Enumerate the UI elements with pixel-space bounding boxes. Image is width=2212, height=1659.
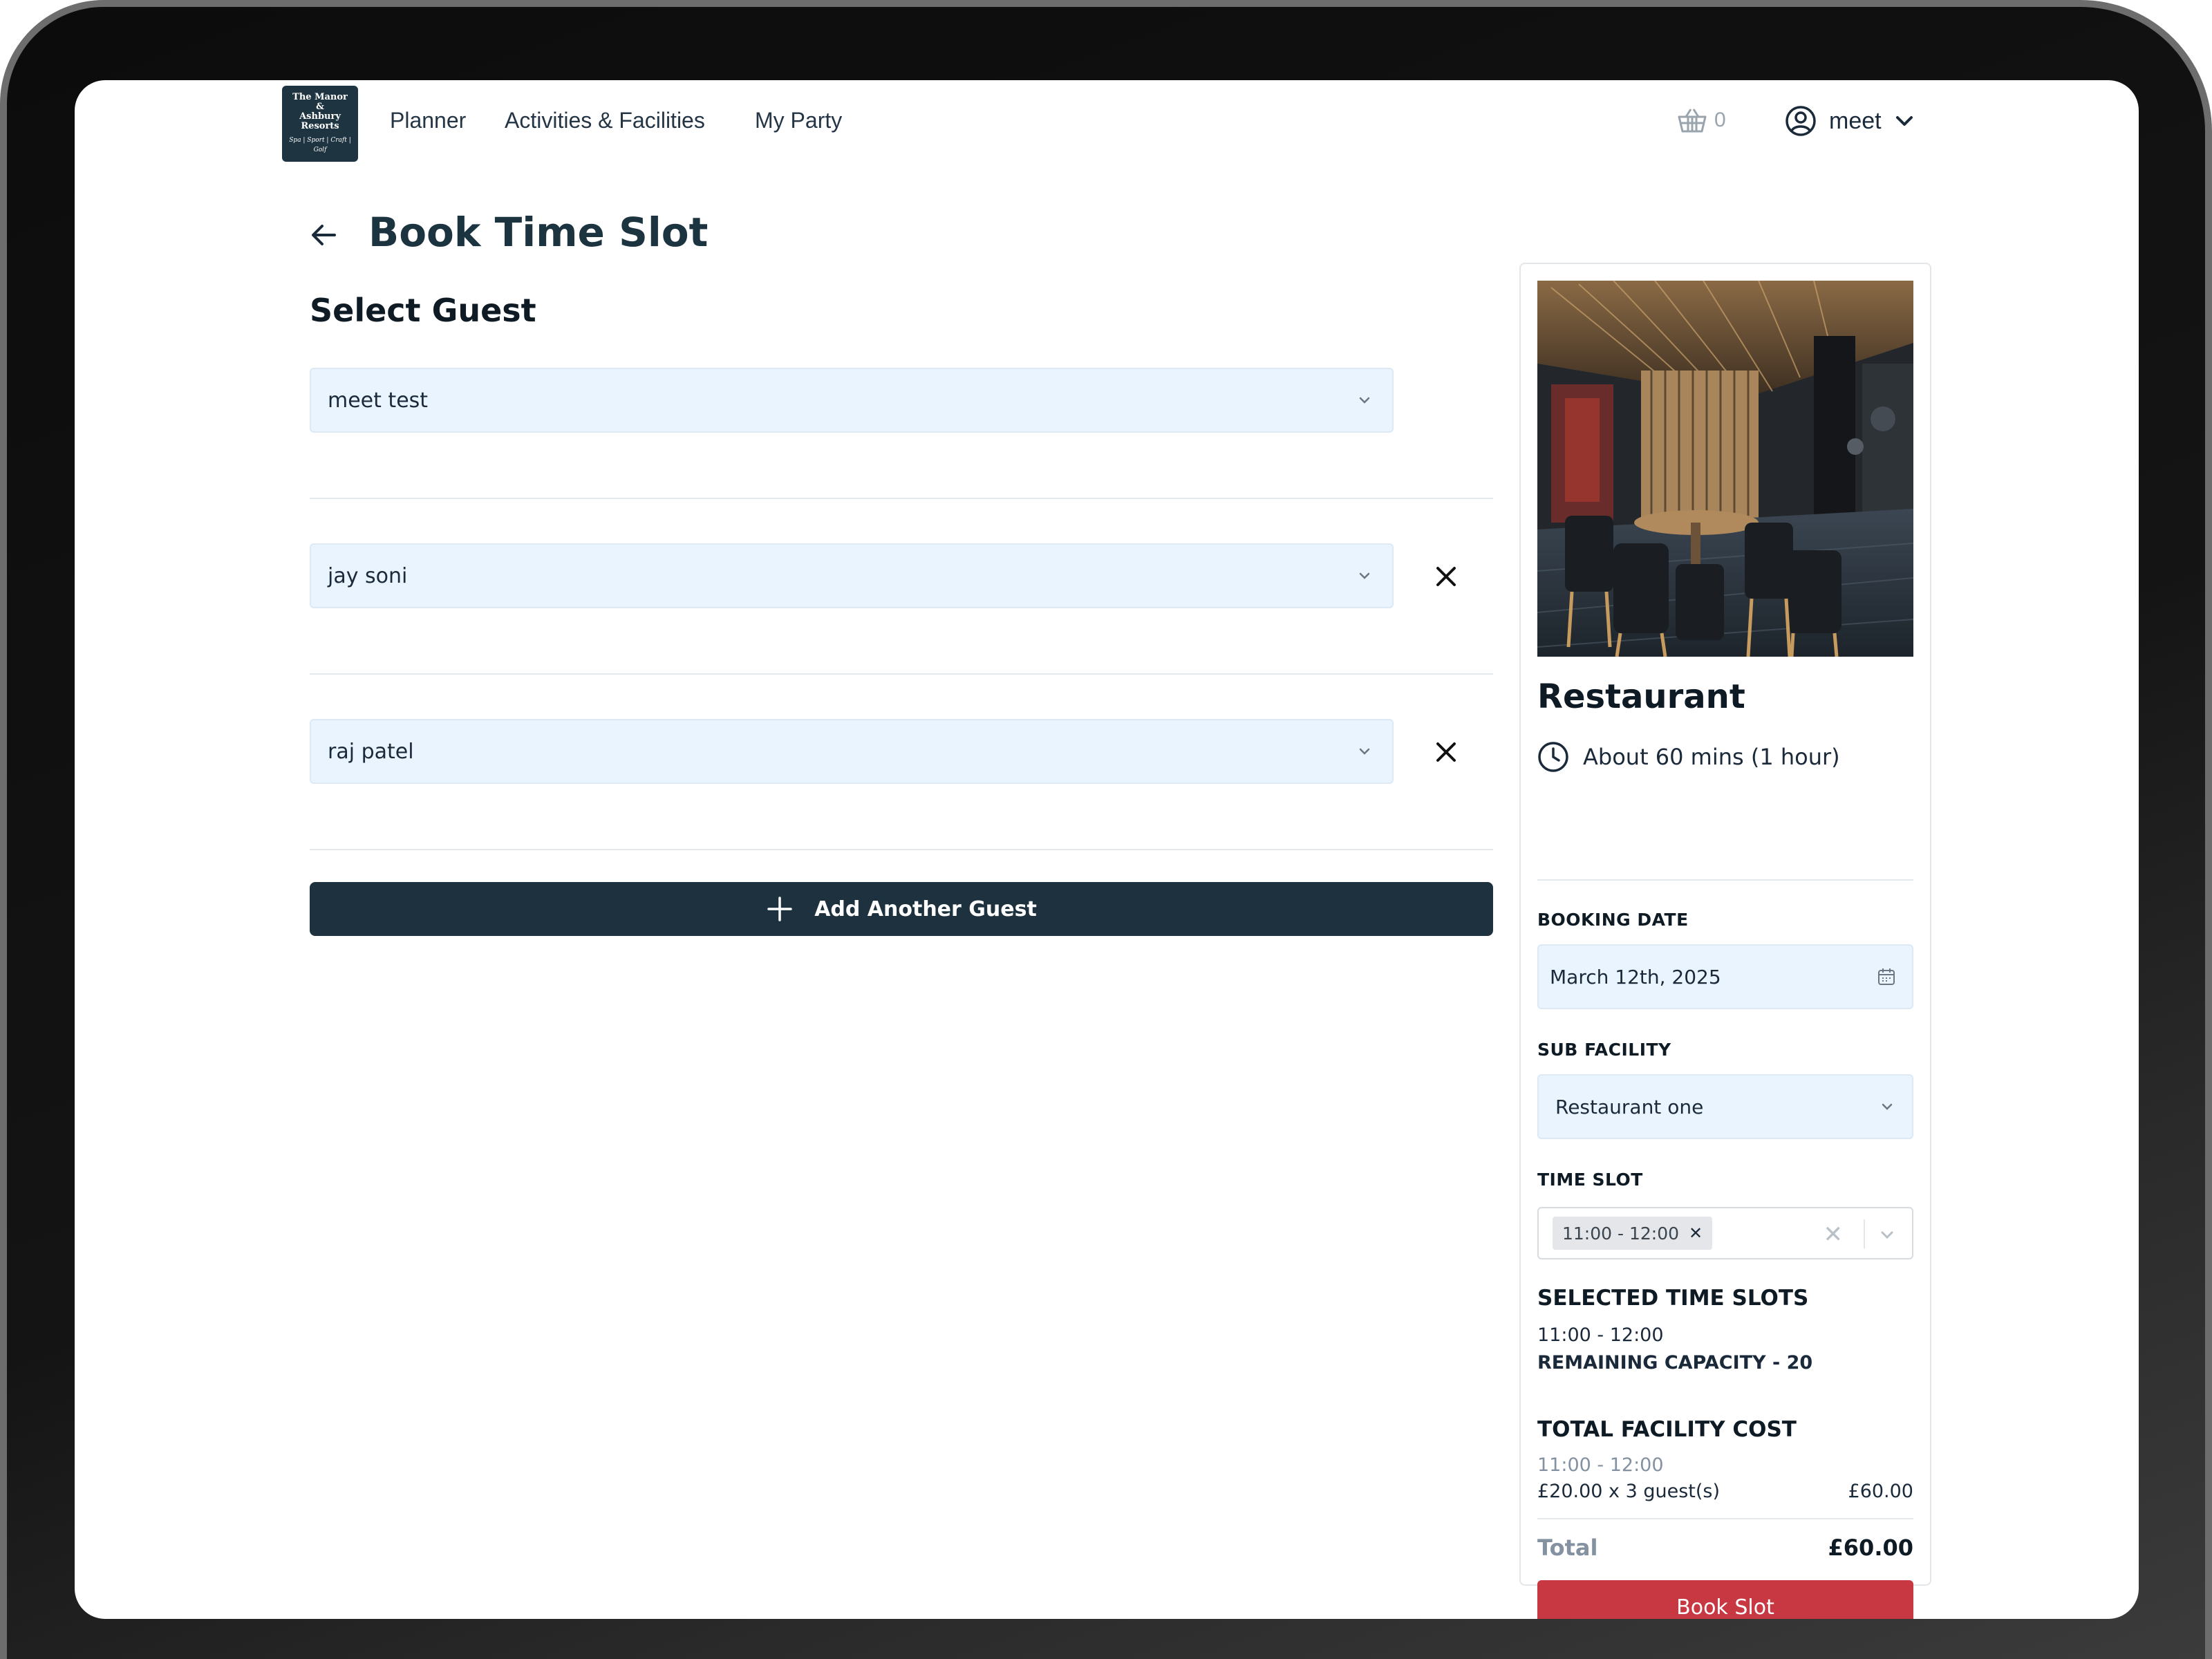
guest-select-3[interactable]: raj patel [310,719,1394,784]
add-guest-label: Add Another Guest [814,897,1037,921]
nav-link-planner[interactable]: Planner [390,108,466,133]
basket-icon [1678,109,1707,133]
total-value: £60.00 [1828,1535,1913,1561]
guest-select-value: meet test [328,388,429,413]
user-circle-icon [1785,106,1816,136]
facility-title: Restaurant [1537,677,1745,716]
logo-line: & [316,102,324,112]
guest-divider [310,849,1493,850]
sub-facility-label: SUB FACILITY [1537,1040,1671,1060]
logo-line: Ashbury [299,111,341,122]
selected-slot-time: 11:00 - 12:00 [1537,1324,1664,1346]
remove-guest-button[interactable] [1430,560,1463,593]
guest-select-1[interactable]: meet test [310,368,1394,433]
remove-guest-button[interactable] [1430,735,1463,769]
back-arrow-icon[interactable] [307,218,340,252]
logo-line: Resorts [301,121,339,131]
cost-line-amount: £60.00 [1848,1481,1913,1502]
chevron-down-icon [1882,1103,1893,1110]
calendar-icon [1878,968,1895,985]
user-name: meet [1829,107,1882,134]
top-nav: The Manor & Ashbury Resorts Spa | Sport … [75,80,2139,170]
guest-divider [310,498,1493,499]
resort-logo[interactable]: The Manor & Ashbury Resorts Spa | Sport … [282,86,358,162]
booking-summary-card: Restaurant About 60 mins (1 hour) BOOKIN… [1519,263,1931,1619]
sub-facility-value: Restaurant one [1555,1095,1704,1118]
cart-count: 0 [1714,109,1726,131]
duration-row: About 60 mins (1 hour) [1537,741,1840,773]
book-slot-button[interactable]: Book Slot [1537,1580,1913,1619]
select-separator [1864,1219,1865,1248]
clock-icon [1538,742,1568,772]
time-slot-label: TIME SLOT [1537,1170,1643,1190]
close-icon [1436,742,1456,762]
restaurant-photo [1537,281,1913,657]
total-label: Total [1537,1535,1598,1561]
app-screen: The Manor & Ashbury Resorts Spa | Sport … [75,80,2139,1619]
chevron-down-icon [1359,572,1370,579]
sub-facility-select[interactable]: Restaurant one [1537,1074,1913,1139]
user-menu[interactable]: meet [1785,105,1915,137]
remove-chip-icon[interactable]: ✕ [1689,1224,1703,1243]
time-slot-chip: 11:00 - 12:00 ✕ [1553,1217,1713,1250]
card-divider [1537,879,1913,881]
cart-button[interactable]: 0 [1677,106,1726,134]
total-cost-heading: TOTAL FACILITY COST [1537,1417,1797,1442]
guest-divider [310,673,1493,675]
duration-text: About 60 mins (1 hour) [1583,744,1840,770]
logo-line: The Manor [292,92,348,102]
guest-select-value: jay soni [328,563,408,588]
chevron-down-icon [1895,116,1913,126]
close-icon [1436,567,1456,586]
clear-icon[interactable]: ✕ [1824,1221,1844,1248]
chevron-down-icon[interactable] [1877,1225,1897,1244]
booking-date-value: March 12th, 2025 [1550,965,1721,988]
section-title: Select Guest [310,292,536,329]
book-slot-label: Book Slot [1676,1595,1774,1620]
remaining-capacity: REMAINING CAPACITY - 20 [1537,1352,1813,1374]
add-another-guest-button[interactable]: Add Another Guest [310,882,1493,936]
cost-slot-time: 11:00 - 12:00 [1537,1454,1664,1476]
plus-icon [767,897,792,921]
page-title: Book Time Slot [368,209,709,256]
time-slot-multiselect[interactable]: 11:00 - 12:00 ✕ ✕ [1537,1207,1913,1259]
card-divider [1537,1518,1913,1519]
booking-date-label: BOOKING DATE [1537,910,1689,930]
logo-tagline: Spa | Sport | Craft | Golf [289,137,351,153]
cost-line: £20.00 x 3 guest(s) [1537,1481,1721,1502]
chevron-down-icon [1359,397,1370,404]
guest-select-2[interactable]: jay soni [310,543,1394,608]
booking-date-field[interactable]: March 12th, 2025 [1537,944,1913,1009]
guest-select-value: raj patel [328,739,414,764]
time-slot-chip-label: 11:00 - 12:00 [1562,1223,1680,1244]
chevron-down-icon [1359,748,1370,755]
selected-slots-heading: SELECTED TIME SLOTS [1537,1286,1809,1311]
nav-link-activities[interactable]: Activities & Facilities [505,108,705,133]
nav-link-my-party[interactable]: My Party [755,108,842,133]
